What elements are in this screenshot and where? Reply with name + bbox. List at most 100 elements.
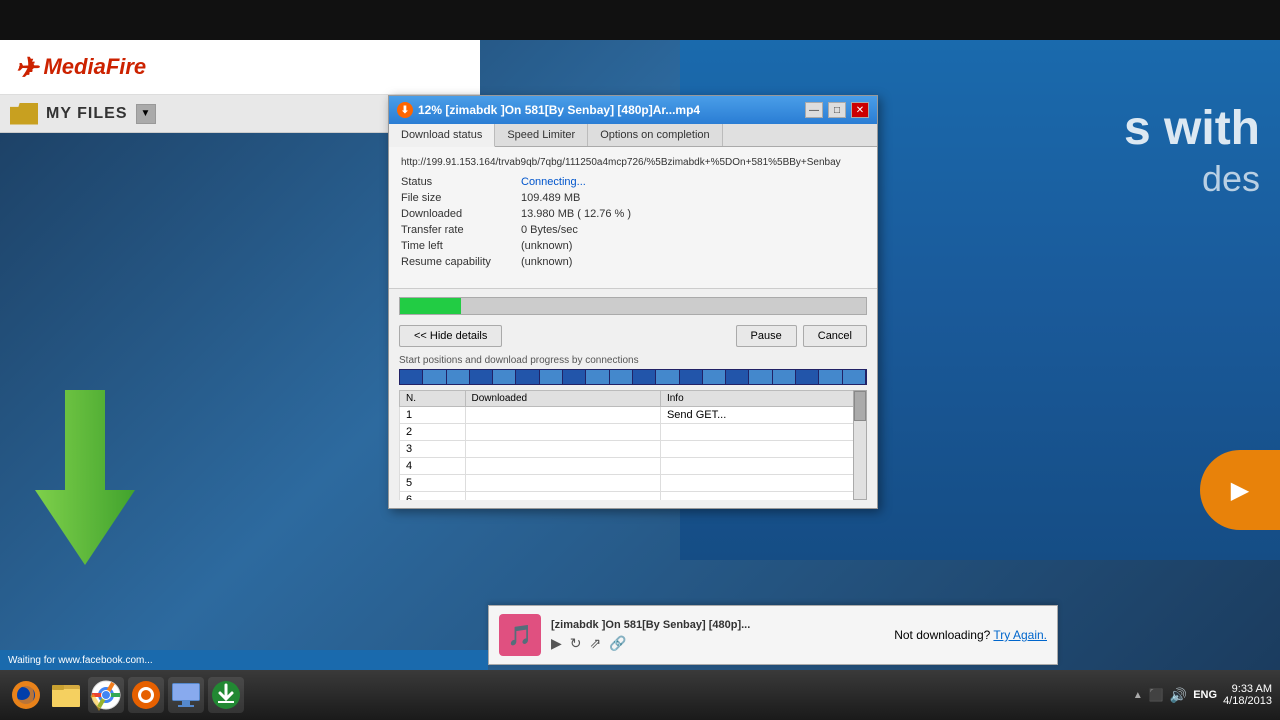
cell-n: 3 bbox=[400, 441, 466, 458]
taskbar-chrome[interactable] bbox=[88, 677, 124, 713]
table-row: 6 bbox=[400, 492, 867, 501]
table-row: 2 bbox=[400, 424, 867, 441]
orange-button[interactable]: ▶ bbox=[1200, 450, 1280, 530]
table-row: 1Send GET... bbox=[400, 407, 867, 424]
timeleft-label: Time left bbox=[401, 240, 521, 252]
close-button[interactable]: ✕ bbox=[851, 102, 869, 118]
not-downloading-label: Not downloading? bbox=[894, 628, 990, 642]
share-icon[interactable]: ⇗ bbox=[590, 635, 602, 652]
conn-seg-19 bbox=[819, 370, 842, 384]
minimize-button[interactable]: — bbox=[805, 102, 823, 118]
connection-table: N. Downloaded Info 1Send GET...23456 bbox=[399, 390, 867, 500]
download-url: http://199.91.153.164/trvab9qb/7qbg/1112… bbox=[401, 157, 865, 168]
cell-info bbox=[660, 424, 866, 441]
conn-seg-11 bbox=[633, 370, 656, 384]
table-row: 4 bbox=[400, 458, 867, 475]
link-icon[interactable]: 🔗 bbox=[609, 635, 626, 652]
refresh-icon[interactable]: ↻ bbox=[570, 635, 582, 652]
folder-icon bbox=[10, 103, 38, 125]
conn-seg-7 bbox=[540, 370, 563, 384]
connections-bar bbox=[399, 369, 867, 385]
cell-info bbox=[660, 492, 866, 501]
table-row: 5 bbox=[400, 475, 867, 492]
conn-seg-9 bbox=[586, 370, 609, 384]
conn-seg-5 bbox=[493, 370, 516, 384]
dialog-body: http://199.91.153.164/trvab9qb/7qbg/1112… bbox=[389, 147, 877, 288]
download-info: [zimabdk ]On 581[By Senbay] [480p]... ▶ … bbox=[551, 619, 884, 652]
green-arrow bbox=[20, 380, 150, 583]
conn-seg-14 bbox=[703, 370, 726, 384]
resume-label: Resume capability bbox=[401, 256, 521, 268]
info-grid: Status Connecting... File size 109.489 M… bbox=[401, 176, 865, 268]
resume-value: (unknown) bbox=[521, 256, 865, 268]
mediafire-logo: ✈ MediaFire bbox=[15, 51, 146, 84]
download-thumbnail: 🎵 bbox=[499, 614, 541, 656]
tab-options-completion[interactable]: Options on completion bbox=[588, 124, 722, 146]
cell-n: 6 bbox=[400, 492, 466, 501]
tab-download-status[interactable]: Download status bbox=[389, 124, 495, 147]
timeleft-value: (unknown) bbox=[521, 240, 865, 252]
conn-seg-13 bbox=[680, 370, 703, 384]
top-bar bbox=[0, 0, 1280, 40]
tray-icon-1: ⬛ bbox=[1149, 688, 1164, 702]
progress-container: << Hide details Pause Cancel Start posit… bbox=[389, 288, 877, 508]
dialog-icon: ⬇ bbox=[397, 102, 413, 118]
transfer-value: 0 Bytes/sec bbox=[521, 224, 865, 236]
connections-label: Start positions and download progress by… bbox=[399, 355, 867, 366]
conn-seg-10 bbox=[610, 370, 633, 384]
cell-n: 4 bbox=[400, 458, 466, 475]
conn-seg-3 bbox=[447, 370, 470, 384]
cell-downloaded bbox=[465, 441, 660, 458]
nav-dropdown[interactable]: ▼ bbox=[136, 104, 156, 124]
tray-icon-2: 🔊 bbox=[1170, 687, 1187, 704]
logo-icon: ✈ bbox=[15, 51, 38, 84]
nav-files-label[interactable]: MY FILES bbox=[46, 105, 128, 123]
taskbar-explorer[interactable] bbox=[48, 677, 84, 713]
dialog-title: 12% [zimabdk ]On 581[By Senbay] [480p]Ar… bbox=[418, 103, 800, 117]
clock-date: 4/18/2013 bbox=[1223, 695, 1272, 707]
taskbar-monitor[interactable] bbox=[168, 677, 204, 713]
transfer-label: Transfer rate bbox=[401, 224, 521, 236]
conn-seg-15 bbox=[726, 370, 749, 384]
dialog-tabs: Download status Speed Limiter Options on… bbox=[389, 124, 877, 147]
lang-indicator[interactable]: ENG bbox=[1193, 689, 1217, 701]
taskbar-firefox[interactable] bbox=[8, 677, 44, 713]
hide-details-button[interactable]: << Hide details bbox=[399, 325, 502, 347]
conn-seg-6 bbox=[516, 370, 539, 384]
col-header-n: N. bbox=[400, 391, 466, 407]
play-icon[interactable]: ▶ bbox=[551, 635, 562, 652]
download-dialog: ⬇ 12% [zimabdk ]On 581[By Senbay] [480p]… bbox=[388, 95, 878, 509]
cell-downloaded bbox=[465, 492, 660, 501]
pause-button[interactable]: Pause bbox=[736, 325, 797, 347]
cancel-button[interactable]: Cancel bbox=[803, 325, 867, 347]
filesize-label: File size bbox=[401, 192, 521, 204]
mediafire-header: ✈ MediaFire bbox=[0, 40, 480, 95]
downloaded-label: Downloaded bbox=[401, 208, 521, 220]
file-icon: 🎵 bbox=[508, 623, 533, 648]
scrollbar[interactable] bbox=[853, 390, 867, 500]
scrollbar-thumb[interactable] bbox=[854, 391, 866, 421]
table-row: 3 bbox=[400, 441, 867, 458]
cell-info bbox=[660, 441, 866, 458]
conn-seg-1 bbox=[400, 370, 423, 384]
tray-arrow-icon[interactable]: ▲ bbox=[1133, 690, 1143, 701]
cell-downloaded bbox=[465, 458, 660, 475]
conn-seg-18 bbox=[796, 370, 819, 384]
connection-table-wrapper: N. Downloaded Info 1Send GET...23456 bbox=[399, 390, 867, 500]
maximize-button[interactable]: □ bbox=[828, 102, 846, 118]
right-panel-text1: s with bbox=[1124, 100, 1260, 158]
cell-downloaded bbox=[465, 475, 660, 492]
download-filename: [zimabdk ]On 581[By Senbay] [480p]... bbox=[551, 619, 884, 631]
taskbar-browser2[interactable] bbox=[128, 677, 164, 713]
try-again-link[interactable]: Try Again. bbox=[993, 628, 1047, 642]
button-row: << Hide details Pause Cancel bbox=[399, 325, 867, 347]
downloaded-value: 13.980 MB ( 12.76 % ) bbox=[521, 208, 865, 220]
download-notification-bar: 🎵 [zimabdk ]On 581[By Senbay] [480p]... … bbox=[488, 605, 1058, 665]
conn-seg-17 bbox=[773, 370, 796, 384]
taskbar-download-manager[interactable] bbox=[208, 677, 244, 713]
conn-seg-12 bbox=[656, 370, 679, 384]
tab-speed-limiter[interactable]: Speed Limiter bbox=[495, 124, 588, 146]
system-tray: ▲ ⬛ 🔊 ENG 9:33 AM 4/18/2013 bbox=[1133, 683, 1272, 707]
conn-seg-8 bbox=[563, 370, 586, 384]
conn-seg-20 bbox=[843, 370, 866, 384]
